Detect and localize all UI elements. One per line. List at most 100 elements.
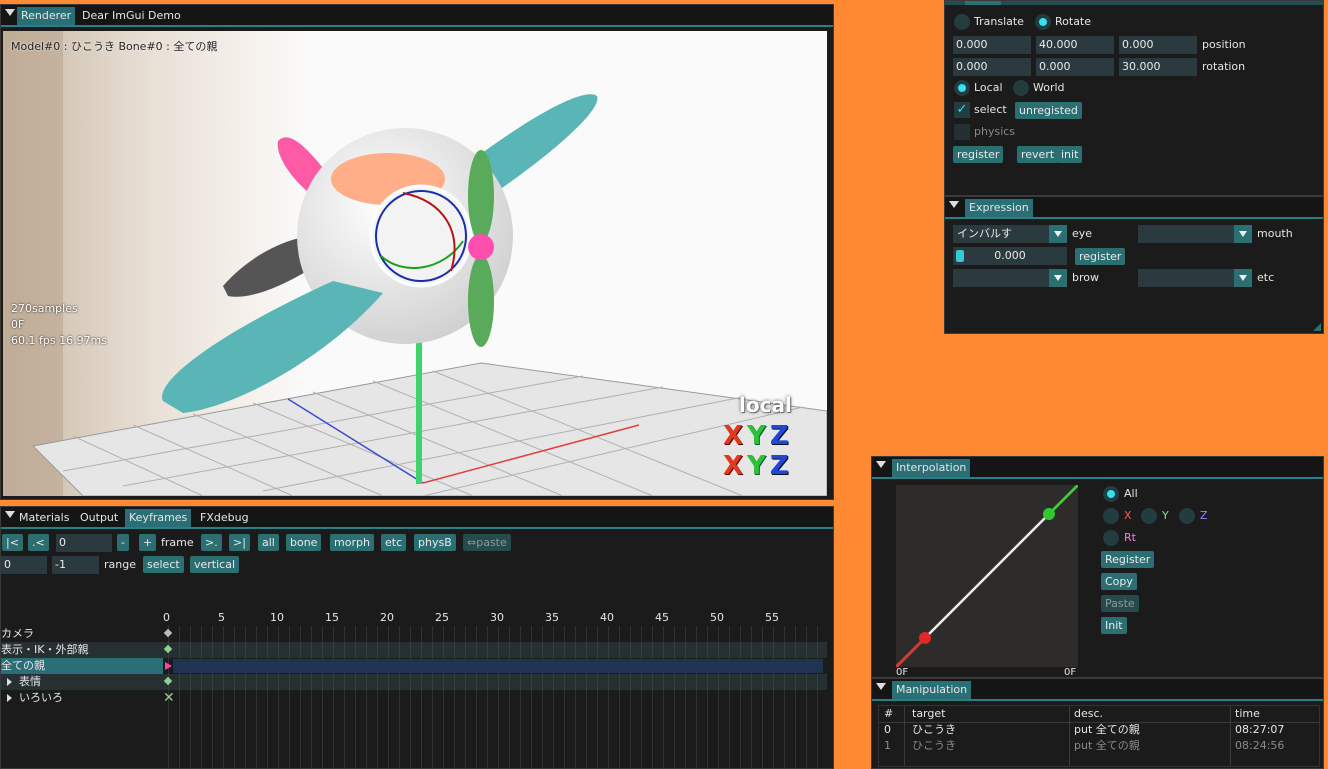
mouth-combo[interactable]	[1138, 225, 1252, 243]
filter-etc-button[interactable]: etc	[381, 534, 407, 551]
interp-all-radio[interactable]	[1103, 486, 1119, 502]
resize-grip-icon[interactable]	[1313, 323, 1321, 331]
interp-paste-button[interactable]: Paste	[1101, 595, 1139, 612]
translate-radio[interactable]	[954, 14, 970, 30]
expression-panel: Expression インバルす eye mouth 0.000 registe…	[944, 196, 1324, 334]
paste-button[interactable]: ⇔paste	[463, 534, 511, 551]
range-select-button[interactable]: select	[143, 556, 184, 573]
keyframe-marker[interactable]	[163, 676, 173, 686]
select-checkbox[interactable]: ✓	[954, 102, 970, 118]
collapse-icon[interactable]	[5, 511, 15, 518]
frame-minus-button[interactable]: -	[117, 534, 129, 551]
keyframe-marker[interactable]	[165, 662, 172, 670]
collapse-icon[interactable]	[5, 9, 15, 16]
tab-fxdebug[interactable]: FXdebug	[196, 509, 253, 527]
range-start-input[interactable]: 0	[1, 556, 47, 574]
range-end-input[interactable]: -1	[52, 556, 99, 574]
curve-control-point-2[interactable]	[1043, 508, 1055, 520]
interp-register-button[interactable]: Register	[1101, 551, 1155, 568]
interp-rt-radio[interactable]	[1103, 530, 1119, 546]
expression-register-button[interactable]: register	[1075, 248, 1126, 265]
local-radio[interactable]	[954, 80, 970, 96]
tab-interpolation[interactable]: Interpolation	[892, 459, 971, 477]
expand-icon[interactable]	[7, 694, 12, 702]
slider-grab[interactable]	[956, 250, 964, 262]
rotation-x-field[interactable]: 0.000	[953, 58, 1031, 76]
collapse-icon[interactable]	[876, 461, 886, 468]
axis-x-icon[interactable]: X	[723, 421, 747, 451]
tick-label: 25	[435, 611, 449, 624]
filter-bone-button[interactable]: bone	[286, 534, 322, 551]
rotation-y-field[interactable]: 0.000	[1036, 58, 1114, 76]
chevron-down-icon	[1234, 269, 1252, 287]
tab-keyframes[interactable]: Keyframes	[125, 509, 192, 527]
last-frame-button[interactable]: >|	[229, 534, 250, 551]
keyframe-marker[interactable]	[163, 644, 173, 654]
interp-y-radio[interactable]	[1141, 508, 1157, 524]
track-row[interactable]: 表情	[1, 674, 827, 690]
position-y-field[interactable]: 40.000	[1036, 36, 1114, 54]
timeline-ruler[interactable]: 0 5 10 15 20 25 30 35 40 45 50 55	[163, 611, 827, 626]
frame-plus-button[interactable]: +	[139, 534, 157, 551]
weight-slider[interactable]: 0.000	[953, 247, 1067, 265]
frame-input[interactable]: 0	[56, 534, 112, 552]
tab-manipulation[interactable]: Manipulation	[892, 681, 972, 699]
track-row[interactable]: カメラ	[1, 626, 827, 642]
interpolation-panel: Interpolation 0F 0F All X Y Z Rt Registe…	[871, 456, 1324, 678]
init-button[interactable]: init	[1057, 146, 1083, 163]
interp-x-radio[interactable]	[1103, 508, 1119, 524]
tick-label: 55	[765, 611, 779, 624]
eye-combo[interactable]: インバルす	[953, 225, 1067, 243]
collapse-icon[interactable]	[876, 683, 886, 690]
axis-x-icon[interactable]: X	[723, 451, 747, 481]
world-radio[interactable]	[1013, 80, 1029, 96]
filter-physb-button[interactable]: physB	[414, 534, 456, 551]
rotation-z-field[interactable]: 30.000	[1119, 58, 1197, 76]
next-key-button[interactable]: >.	[201, 534, 222, 551]
chevron-down-icon	[1049, 225, 1067, 243]
tab-renderer[interactable]: Renderer	[17, 7, 76, 25]
tab-imgui-demo[interactable]: Dear ImGui Demo	[78, 7, 185, 25]
axis-z-icon[interactable]: Z	[770, 451, 793, 481]
track-row-selected[interactable]: 全ての親	[1, 658, 827, 674]
table-row[interactable]: 1 ひこうき put 全ての親 08:24:56	[879, 738, 1319, 754]
first-frame-button[interactable]: |<	[2, 534, 23, 551]
interp-init-button[interactable]: Init	[1101, 617, 1127, 634]
position-z-field[interactable]: 0.000	[1119, 36, 1197, 54]
prev-key-button[interactable]: .<	[28, 534, 49, 551]
axis-y-icon[interactable]: Y	[747, 421, 770, 451]
tab-materials[interactable]: Materials	[15, 509, 73, 527]
rotate-radio[interactable]	[1035, 14, 1051, 30]
filter-morph-button[interactable]: morph	[330, 534, 374, 551]
physics-checkbox[interactable]	[954, 124, 970, 140]
manipulation-panel: Manipulation # target desc. time 0 ひこうき …	[871, 678, 1324, 769]
tab-output[interactable]: Output	[76, 509, 122, 527]
tab-expression[interactable]: Expression	[965, 199, 1033, 217]
tick-label: 0	[163, 611, 170, 624]
viewport[interactable]: Model#0 : ひこうき Bone#0 : 全ての親 270samples …	[3, 31, 827, 496]
keyframe-marker[interactable]	[163, 628, 173, 638]
axis-row-1: XYZ	[723, 421, 793, 451]
revert-button[interactable]: revert	[1017, 146, 1059, 163]
curve-control-point-1[interactable]	[919, 632, 931, 644]
interp-z-radio[interactable]	[1179, 508, 1195, 524]
track-row[interactable]: 表示・IK・外部親	[1, 642, 827, 658]
etc-combo[interactable]	[1138, 269, 1252, 287]
track-row[interactable]: いろいろ ✕	[1, 690, 827, 706]
interp-copy-button[interactable]: Copy	[1101, 573, 1137, 590]
brow-combo[interactable]	[953, 269, 1067, 287]
axis-y-icon[interactable]: Y	[747, 451, 770, 481]
expand-icon[interactable]	[7, 678, 12, 686]
gizmo-mode-label[interactable]: local	[739, 393, 792, 417]
register-button[interactable]: register	[953, 146, 1004, 163]
tick-label: 20	[380, 611, 394, 624]
unregisted-button[interactable]: unregisted	[1015, 102, 1082, 119]
collapse-icon[interactable]	[949, 201, 959, 208]
axis-z-icon[interactable]: Z	[770, 421, 793, 451]
vertical-button[interactable]: vertical	[190, 556, 240, 573]
filter-all-button[interactable]: all	[258, 534, 279, 551]
keyframe-cross-icon[interactable]: ✕	[163, 690, 175, 706]
table-row[interactable]: 0 ひこうき put 全ての親 08:27:07	[879, 722, 1319, 738]
curve-editor[interactable]	[896, 485, 1078, 667]
position-x-field[interactable]: 0.000	[953, 36, 1031, 54]
